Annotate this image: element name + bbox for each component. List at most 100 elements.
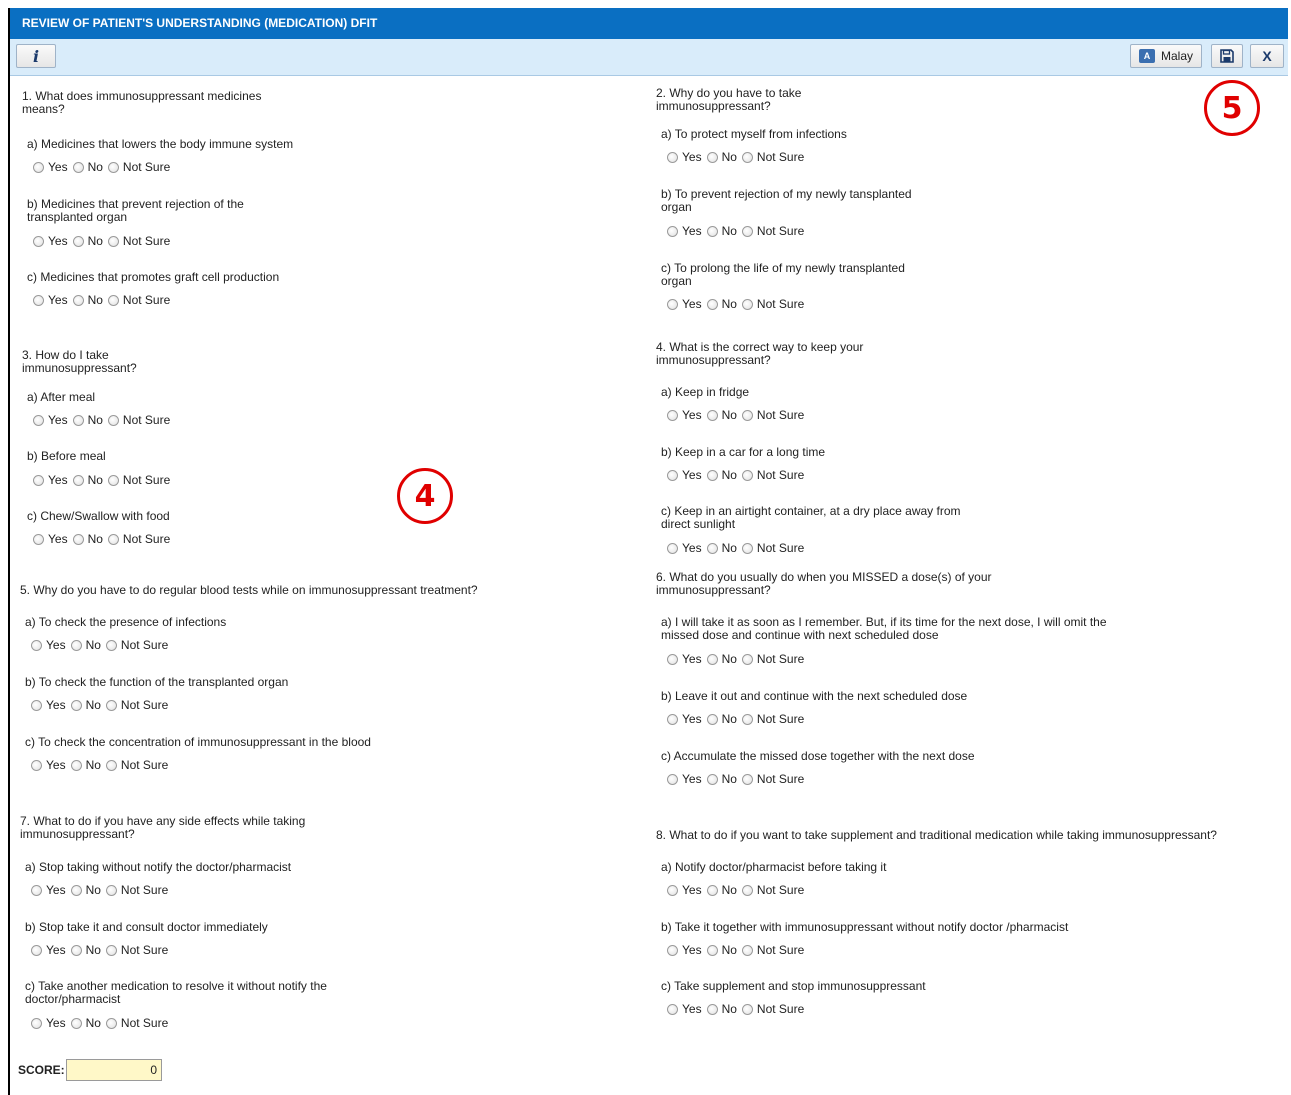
radio-not-sure[interactable]: Not Sure	[741, 150, 804, 164]
radio-not-sure[interactable]: Not Sure	[107, 413, 170, 427]
radio-no[interactable]: No	[70, 758, 101, 772]
radio-circle-icon[interactable]	[72, 161, 84, 173]
radio-circle-icon[interactable]	[107, 414, 119, 426]
radio-circle-icon[interactable]	[33, 474, 44, 486]
radio-not-sure[interactable]: Not Sure	[741, 297, 804, 311]
radio-circle-icon[interactable]	[107, 294, 119, 306]
radio-not-sure[interactable]: Not Sure	[107, 160, 170, 174]
radio-circle-icon[interactable]	[667, 409, 678, 421]
radio-no[interactable]: No	[706, 883, 737, 897]
radio-not-sure[interactable]: Not Sure	[107, 293, 170, 307]
radio-yes[interactable]: Yes	[31, 943, 66, 957]
radio-yes[interactable]: Yes	[31, 1016, 66, 1030]
radio-yes[interactable]: Yes	[31, 638, 66, 652]
radio-yes[interactable]: Yes	[667, 652, 702, 666]
radio-circle-icon[interactable]	[667, 151, 678, 163]
radio-no[interactable]: No	[706, 943, 737, 957]
radio-circle-icon[interactable]	[706, 298, 718, 310]
radio-circle-icon[interactable]	[72, 414, 84, 426]
radio-no[interactable]: No	[706, 224, 737, 238]
radio-no[interactable]: No	[70, 1016, 101, 1030]
score-field[interactable]: 0	[66, 1059, 162, 1081]
radio-circle-icon[interactable]	[70, 884, 82, 896]
radio-circle-icon[interactable]	[667, 469, 678, 481]
radio-not-sure[interactable]: Not Sure	[105, 883, 168, 897]
radio-circle-icon[interactable]	[706, 884, 718, 896]
close-button[interactable]: X	[1250, 44, 1284, 68]
radio-yes[interactable]: Yes	[31, 758, 66, 772]
radio-no[interactable]: No	[70, 883, 101, 897]
radio-yes[interactable]: Yes	[667, 712, 702, 726]
radio-circle-icon[interactable]	[741, 225, 753, 237]
radio-yes[interactable]: Yes	[33, 234, 68, 248]
radio-yes[interactable]: Yes	[33, 473, 68, 487]
radio-not-sure[interactable]: Not Sure	[105, 638, 168, 652]
radio-circle-icon[interactable]	[33, 533, 44, 545]
radio-circle-icon[interactable]	[72, 533, 84, 545]
radio-not-sure[interactable]: Not Sure	[105, 758, 168, 772]
radio-yes[interactable]: Yes	[31, 698, 66, 712]
radio-not-sure[interactable]: Not Sure	[105, 943, 168, 957]
radio-yes[interactable]: Yes	[33, 293, 68, 307]
radio-no[interactable]: No	[72, 413, 103, 427]
radio-circle-icon[interactable]	[706, 469, 718, 481]
radio-no[interactable]: No	[706, 297, 737, 311]
radio-circle-icon[interactable]	[31, 1017, 42, 1029]
radio-no[interactable]: No	[70, 638, 101, 652]
radio-no[interactable]: No	[706, 541, 737, 555]
radio-not-sure[interactable]: Not Sure	[107, 532, 170, 546]
radio-circle-icon[interactable]	[741, 469, 753, 481]
radio-no[interactable]: No	[706, 652, 737, 666]
radio-circle-icon[interactable]	[667, 542, 678, 554]
radio-circle-icon[interactable]	[667, 713, 678, 725]
info-button[interactable]: i	[16, 44, 56, 68]
radio-circle-icon[interactable]	[667, 653, 678, 665]
radio-not-sure[interactable]: Not Sure	[741, 772, 804, 786]
radio-circle-icon[interactable]	[105, 884, 117, 896]
radio-circle-icon[interactable]	[70, 1017, 82, 1029]
radio-circle-icon[interactable]	[706, 409, 718, 421]
radio-circle-icon[interactable]	[31, 944, 42, 956]
radio-circle-icon[interactable]	[706, 1003, 718, 1015]
radio-circle-icon[interactable]	[741, 653, 753, 665]
radio-yes[interactable]: Yes	[667, 943, 702, 957]
radio-yes[interactable]: Yes	[667, 297, 702, 311]
radio-circle-icon[interactable]	[31, 699, 42, 711]
radio-circle-icon[interactable]	[667, 944, 678, 956]
radio-not-sure[interactable]: Not Sure	[107, 234, 170, 248]
radio-no[interactable]: No	[70, 943, 101, 957]
radio-circle-icon[interactable]	[107, 474, 119, 486]
radio-circle-icon[interactable]	[741, 713, 753, 725]
radio-circle-icon[interactable]	[667, 773, 678, 785]
radio-not-sure[interactable]: Not Sure	[741, 1002, 804, 1016]
radio-circle-icon[interactable]	[105, 944, 117, 956]
radio-not-sure[interactable]: Not Sure	[741, 224, 804, 238]
radio-circle-icon[interactable]	[105, 639, 117, 651]
radio-yes[interactable]: Yes	[667, 772, 702, 786]
radio-no[interactable]: No	[706, 772, 737, 786]
radio-yes[interactable]: Yes	[667, 408, 702, 422]
radio-circle-icon[interactable]	[706, 944, 718, 956]
radio-yes[interactable]: Yes	[667, 150, 702, 164]
radio-circle-icon[interactable]	[741, 884, 753, 896]
radio-circle-icon[interactable]	[105, 699, 117, 711]
radio-circle-icon[interactable]	[741, 773, 753, 785]
radio-circle-icon[interactable]	[70, 944, 82, 956]
radio-circle-icon[interactable]	[706, 542, 718, 554]
radio-circle-icon[interactable]	[33, 294, 44, 306]
radio-yes[interactable]: Yes	[667, 468, 702, 482]
radio-circle-icon[interactable]	[33, 414, 44, 426]
radio-circle-icon[interactable]	[706, 225, 718, 237]
radio-not-sure[interactable]: Not Sure	[741, 883, 804, 897]
radio-no[interactable]: No	[706, 150, 737, 164]
radio-circle-icon[interactable]	[31, 884, 42, 896]
radio-no[interactable]: No	[72, 160, 103, 174]
radio-not-sure[interactable]: Not Sure	[105, 698, 168, 712]
radio-circle-icon[interactable]	[72, 235, 84, 247]
radio-circle-icon[interactable]	[70, 639, 82, 651]
radio-yes[interactable]: Yes	[667, 1002, 702, 1016]
radio-yes[interactable]: Yes	[667, 224, 702, 238]
radio-circle-icon[interactable]	[741, 1003, 753, 1015]
radio-circle-icon[interactable]	[33, 161, 44, 173]
radio-no[interactable]: No	[706, 1002, 737, 1016]
